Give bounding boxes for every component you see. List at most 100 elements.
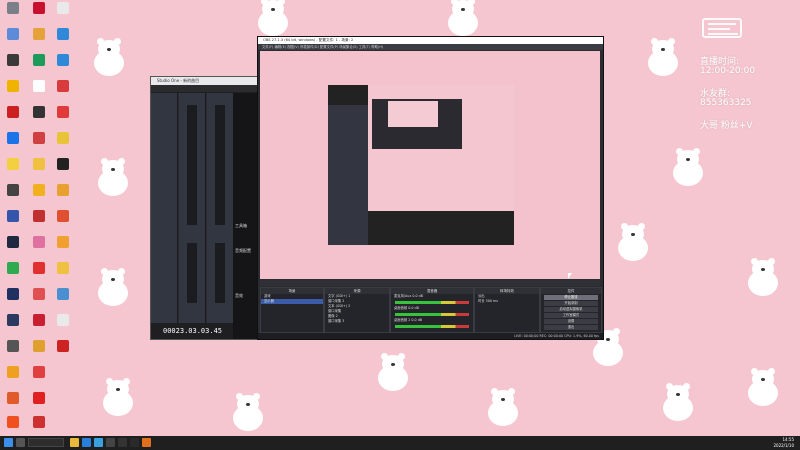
menu-item-tools[interactable]: 工具(T) xyxy=(359,45,371,49)
bear-decoration xyxy=(95,378,141,420)
desktop-shortcut[interactable] xyxy=(52,340,74,352)
desktop-shortcut[interactable] xyxy=(52,210,74,222)
taskbar-app-icon[interactable] xyxy=(94,438,103,447)
search-icon[interactable] xyxy=(16,438,25,447)
audio-meter[interactable] xyxy=(395,325,469,328)
fader[interactable] xyxy=(187,105,197,225)
settings-button[interactable]: 设置 xyxy=(544,319,598,324)
taskbar-search-box[interactable] xyxy=(28,438,64,447)
side-label[interactable]: 音效 xyxy=(235,293,243,299)
desktop-shortcut[interactable] xyxy=(52,262,74,274)
menu-item-profile[interactable]: 配置文件(P) xyxy=(320,45,338,49)
obs-titlebar[interactable]: OBS 27.1.3 (64 bit, windows) - 配置文件: 1 -… xyxy=(258,37,603,44)
start-windows-icon[interactable] xyxy=(4,438,13,447)
taskbar-app-icon[interactable] xyxy=(130,438,139,447)
desktop-shortcut[interactable] xyxy=(52,2,74,14)
menu-item-edit[interactable]: 编辑(E) xyxy=(274,45,286,49)
desktop-shortcut[interactable] xyxy=(28,392,50,404)
source-item[interactable]: 窗口采集 3 xyxy=(325,319,389,324)
desktop-shortcut[interactable] xyxy=(28,54,50,66)
file-explorer-icon[interactable] xyxy=(70,438,79,447)
desktop-shortcut[interactable] xyxy=(2,314,24,326)
menu-item-scene-collection[interactable]: 场景集合(S) xyxy=(339,45,357,49)
menu-item-file[interactable]: 文件(F) xyxy=(262,45,273,49)
desktop-shortcut[interactable] xyxy=(28,28,50,40)
side-label[interactable]: 音频配置 xyxy=(235,248,251,254)
desktop-shortcut[interactable] xyxy=(52,132,74,144)
menu-item-help[interactable]: 帮助(H) xyxy=(371,45,383,49)
controls-dock: 控件 停止推流 开始录制 启动虚拟摄像机 工作室模式 设置 退出 xyxy=(540,287,602,333)
virtual-camera-button[interactable]: 启动虚拟摄像机 xyxy=(544,307,598,312)
desktop-shortcut[interactable] xyxy=(2,132,24,144)
fader[interactable] xyxy=(215,243,225,303)
mixer-channel-name: 桌面音频 2 0.0 dB xyxy=(394,318,423,322)
desktop-shortcut[interactable] xyxy=(28,106,50,118)
desktop-shortcut[interactable] xyxy=(52,314,74,326)
desktop-shortcut[interactable] xyxy=(28,158,50,170)
desktop-shortcut[interactable] xyxy=(28,340,50,352)
desktop-shortcut[interactable] xyxy=(52,184,74,196)
scene-item[interactable]: 显示器 xyxy=(261,299,323,304)
desktop-shortcut[interactable] xyxy=(52,54,74,66)
desktop-shortcut[interactable] xyxy=(52,288,74,300)
desktop-shortcut[interactable] xyxy=(28,288,50,300)
studio-one-menubar[interactable] xyxy=(151,85,259,92)
desktop-shortcut[interactable] xyxy=(28,314,50,326)
fader[interactable] xyxy=(187,243,197,303)
start-recording-button[interactable]: 开始录制 xyxy=(544,301,598,306)
menu-item-view[interactable]: 视图(V) xyxy=(287,45,299,49)
desktop-shortcut[interactable] xyxy=(2,416,24,428)
taskbar-app-icon[interactable] xyxy=(106,438,115,447)
desktop-shortcut[interactable] xyxy=(2,236,24,248)
audio-meter[interactable] xyxy=(395,301,469,304)
desktop-shortcut[interactable] xyxy=(2,288,24,300)
desktop-shortcut[interactable] xyxy=(2,262,24,274)
side-label[interactable]: 工具箱 xyxy=(235,223,247,229)
edge-browser-icon[interactable] xyxy=(82,438,91,447)
desktop-shortcut[interactable] xyxy=(52,106,74,118)
audio-meter[interactable] xyxy=(395,313,469,316)
exit-button[interactable]: 退出 xyxy=(544,325,598,330)
bear-decoration xyxy=(440,0,486,40)
desktop-shortcut[interactable] xyxy=(28,2,50,14)
system-clock[interactable]: 14:55 2022/1/10 xyxy=(773,437,794,449)
obs-preview[interactable] xyxy=(260,51,600,279)
desktop-shortcut[interactable] xyxy=(52,28,74,40)
desktop-shortcut[interactable] xyxy=(2,54,24,66)
desktop-shortcut[interactable] xyxy=(2,210,24,222)
obs-window[interactable]: OBS 27.1.3 (64 bit, windows) - 配置文件: 1 -… xyxy=(257,36,604,340)
desktop-shortcut[interactable] xyxy=(2,80,24,92)
nested-preview xyxy=(328,85,514,245)
mixer-channel xyxy=(207,93,234,323)
desktop-shortcut[interactable] xyxy=(28,132,50,144)
desktop-shortcut[interactable] xyxy=(2,28,24,40)
desktop-shortcut[interactable] xyxy=(2,366,24,378)
desktop-shortcut[interactable] xyxy=(28,262,50,274)
stop-streaming-button[interactable]: 停止推流 xyxy=(544,295,598,300)
desktop-shortcut[interactable] xyxy=(2,106,24,118)
transition-duration[interactable]: 时长 300 ms xyxy=(475,299,539,304)
studio-one-window[interactable]: Studio One - 新的曲目 工具箱 音频配置 音效 00023.03.0… xyxy=(150,76,260,340)
desktop-shortcut[interactable] xyxy=(28,80,50,92)
desktop-shortcut[interactable] xyxy=(2,2,24,14)
scenes-dock: 场景 游戏 显示器 xyxy=(260,287,324,333)
studio-one-taskbar-icon[interactable] xyxy=(142,438,151,447)
desktop-shortcut[interactable] xyxy=(28,184,50,196)
desktop-shortcut[interactable] xyxy=(2,340,24,352)
desktop-shortcut[interactable] xyxy=(2,392,24,404)
menu-item-docks[interactable]: 停靠部件(D) xyxy=(300,45,319,49)
desktop-shortcut[interactable] xyxy=(52,158,74,170)
studio-one-titlebar[interactable]: Studio One - 新的曲目 xyxy=(151,77,259,85)
desktop-shortcut[interactable] xyxy=(2,184,24,196)
desktop-shortcut[interactable] xyxy=(28,416,50,428)
desktop-shortcut[interactable] xyxy=(52,80,74,92)
desktop-shortcut[interactable] xyxy=(28,366,50,378)
desktop-shortcut[interactable] xyxy=(2,158,24,170)
obs-menubar[interactable]: 文件(F) 编辑(E) 视图(V) 停靠部件(D) 配置文件(P) 场景集合(S… xyxy=(258,44,603,50)
obs-taskbar-icon[interactable] xyxy=(118,438,127,447)
fader[interactable] xyxy=(215,105,225,225)
desktop-shortcut[interactable] xyxy=(52,236,74,248)
studio-mode-button[interactable]: 工作室模式 xyxy=(544,313,598,318)
desktop-shortcut[interactable] xyxy=(28,236,50,248)
desktop-shortcut[interactable] xyxy=(28,210,50,222)
